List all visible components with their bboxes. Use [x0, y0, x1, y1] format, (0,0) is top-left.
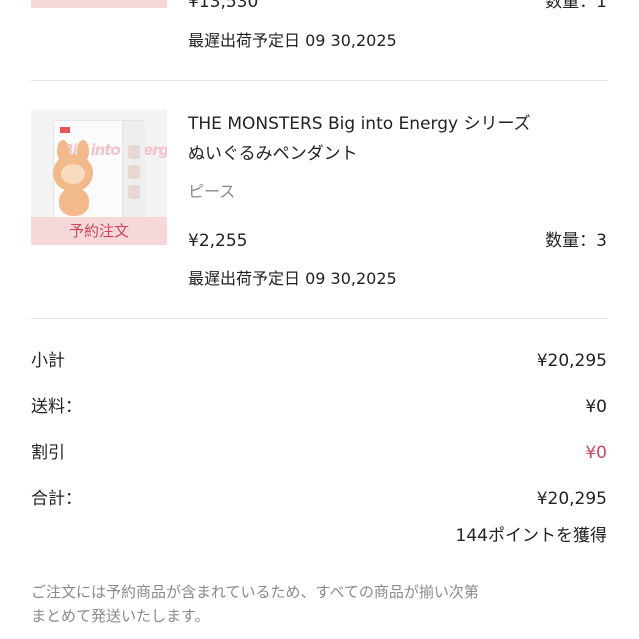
divider [31, 318, 608, 319]
total-label: 合計： [31, 489, 82, 509]
brand-mark [60, 127, 70, 133]
shipping-label: 送料： [31, 397, 82, 417]
item-title-line2[interactable]: ぬいぐるみペンダント [188, 143, 358, 165]
shipping-value: ¥0 [585, 397, 607, 417]
discount-label: 割引 [31, 443, 65, 463]
plush-face [61, 164, 85, 184]
prev-item-quantity: 数量：1 [545, 0, 607, 12]
plush-body [59, 188, 89, 216]
subtotal-value: ¥20,295 [536, 351, 607, 371]
prev-preorder-tag [31, 0, 167, 8]
item-shipping-date: 最遅出荷予定日 09 30,2025 [188, 269, 397, 288]
total-value: ¥20,295 [536, 489, 607, 509]
preorder-tag: 予約注文 [31, 217, 167, 245]
item-price: ¥2,255 [188, 231, 248, 251]
box-side [122, 121, 145, 226]
divider [31, 80, 608, 81]
prev-item-shipping-date: 最遅出荷予定日 09 30,2025 [188, 31, 397, 50]
item-variant: ピース [188, 182, 236, 201]
preorder-note-line1: ご注文には予約商品が含まれているため、すべての商品が揃い次第 [31, 583, 479, 601]
points-earned: 144ポイントを獲得 [455, 526, 607, 546]
discount-value: ¥0 [585, 443, 607, 463]
item-quantity: 数量：3 [545, 231, 607, 251]
subtotal-label: 小計 [31, 351, 65, 371]
prev-item-price: ¥13,530 [188, 0, 259, 12]
item-title-line1[interactable]: THE MONSTERS Big into Energy シリーズ [188, 113, 531, 135]
preorder-note-line2: まとめて発送いたします。 [31, 607, 210, 625]
